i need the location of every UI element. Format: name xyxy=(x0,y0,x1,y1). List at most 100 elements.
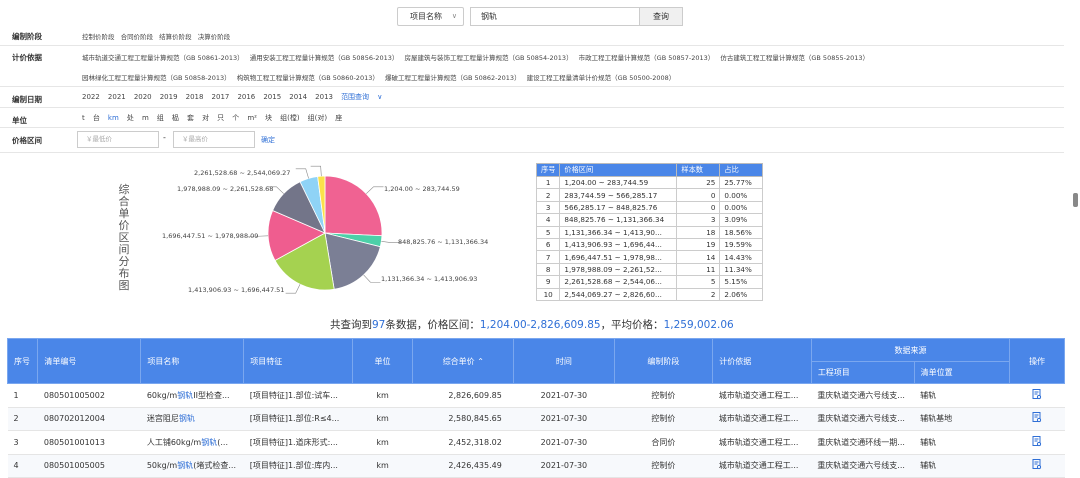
basis-label: 计价依据 xyxy=(12,53,42,62)
basis-option[interactable]: 仿古建筑工程工程量计算规范（GB 50855-2013） xyxy=(720,54,869,62)
year-option[interactable]: 2017 xyxy=(212,93,230,101)
range-query-label: 范围查询 xyxy=(341,93,370,101)
unit-option[interactable]: 套 xyxy=(187,114,194,122)
unit-option[interactable]: 组(樘) xyxy=(280,114,299,122)
divider xyxy=(0,107,1064,108)
basis-option[interactable]: 城市轨道交通工程工程量计算规范（GB 50861-2013） xyxy=(82,54,244,62)
result-count: 97 xyxy=(372,319,386,331)
dist-cell: 2 xyxy=(535,188,561,202)
cell-code: 080501005002 xyxy=(37,383,141,408)
min-price-input[interactable]: ￥最低价 xyxy=(77,131,159,148)
pie-slice[interactable] xyxy=(324,175,383,237)
view-detail-icon[interactable] xyxy=(1032,412,1042,423)
unit-option[interactable]: 组(对) xyxy=(308,114,327,122)
year-option[interactable]: 2019 xyxy=(160,93,178,101)
dist-cell: 566,285.17 ~ 848,825.76 xyxy=(559,200,678,215)
stage-option[interactable]: 决算价阶段 xyxy=(198,33,231,41)
summary-avg-label: ，平均价格： xyxy=(600,319,664,331)
pie-leader-line xyxy=(310,165,322,177)
cell-stage: 控制价 xyxy=(614,407,713,431)
col-header: 单位 xyxy=(351,338,414,384)
sort-price-header[interactable]: 综合单价 ⌃ xyxy=(412,338,515,384)
dist-cell: 8 xyxy=(535,262,561,277)
range-query-link[interactable]: 范围查询 ∨ xyxy=(341,93,388,101)
search-input[interactable]: 钢轨 xyxy=(470,7,640,26)
unit-option[interactable]: m xyxy=(142,114,149,122)
view-detail-icon[interactable] xyxy=(1032,388,1042,400)
search-button[interactable]: 查询 xyxy=(639,7,683,26)
scrollbar-thumb[interactable] xyxy=(1073,193,1078,207)
dist-cell: 18.56% xyxy=(719,225,764,239)
basis-option[interactable]: 爆破工程工程量计算规范（GB 50862-2013） xyxy=(385,74,521,82)
dist-row: 2 283,744.59 ~ 566,285.17 0 0.00% xyxy=(535,188,764,202)
dist-cell: 1,413,906.93 ~ 1,696,44... xyxy=(559,237,678,252)
col-header: 计价依据 xyxy=(712,338,812,384)
dist-cell: 848,825.76 ~ 1,131,366.34 xyxy=(559,213,678,227)
max-price-input[interactable]: ￥最高价 xyxy=(173,131,255,148)
table-row: 4 080501005005 50kg/m钢轨(堵式检查... [项目特征]1.部位:… xyxy=(7,454,1065,478)
year-option[interactable]: 2016 xyxy=(237,93,255,101)
cell-location: 辅轨 xyxy=(914,454,1010,478)
cell-unit: km xyxy=(352,454,413,478)
cell-unit: km xyxy=(352,430,413,455)
unit-option[interactable]: t xyxy=(82,114,85,122)
unit-label: 单位 xyxy=(12,116,27,125)
table-row: 2 080702012004 迷宫阻尼钢轨 [项目特征]1.部位:R≤4... km 2,… xyxy=(7,407,1065,431)
cell-no: 3 xyxy=(7,430,38,455)
price-confirm-link[interactable]: 确定 xyxy=(261,135,275,145)
basis-option[interactable]: 通用安装工程工程量计算规范（GB 50856-2013） xyxy=(250,54,399,62)
year-option[interactable]: 2021 xyxy=(108,93,126,101)
dist-cell: 2 xyxy=(676,287,721,301)
view-detail-icon[interactable] xyxy=(1032,435,1042,447)
dist-row: 10 2,544,069.27 ~ 2,826,60... 2 2.06% xyxy=(535,287,764,301)
unit-option[interactable]: 个 xyxy=(232,114,239,122)
unit-option[interactable]: 组 xyxy=(157,114,164,122)
basis-option[interactable]: 市政工程工程量计算规范（GB 50857-2013） xyxy=(579,54,715,62)
unit-option[interactable]: 台 xyxy=(93,114,100,122)
year-option[interactable]: 2013 xyxy=(315,93,333,101)
col-header: 清单编号 xyxy=(37,338,142,384)
sort-up-icon[interactable]: ⌃ xyxy=(477,357,484,366)
unit-option[interactable]: m² xyxy=(247,114,257,122)
stage-option[interactable]: 合同价阶段 xyxy=(121,33,154,41)
stage-option[interactable]: 结算价阶段 xyxy=(159,33,192,41)
basis-option[interactable]: 园林绿化工程工程量计算规范（GB 50858-2013） xyxy=(82,74,231,82)
unit-option[interactable]: 榀 xyxy=(172,114,179,122)
cell-unit: km xyxy=(352,407,413,431)
table-row: 1 080501005002 60kg/m钢轨II型检查... [项目特征]1.部位:… xyxy=(7,383,1065,408)
unit-option[interactable]: 对 xyxy=(202,114,209,122)
dist-cell: 283,744.59 ~ 566,285.17 xyxy=(559,188,678,202)
cell-location: 辅轨 xyxy=(914,383,1010,408)
basis-option[interactable]: 构筑物工程工程量计算规范（GB 50860-2013） xyxy=(237,74,379,82)
unit-option[interactable]: 只 xyxy=(217,114,224,122)
col-header: 时间 xyxy=(513,338,615,384)
cell-no: 1 xyxy=(7,383,38,408)
dist-row: 9 2,261,528.68 ~ 2,544,06... 5 5.15% xyxy=(535,275,764,289)
basis-option[interactable]: 房屋建筑与装饰工程工程量计算规范（GB 50854-2013） xyxy=(404,54,572,62)
dist-cell: 6 xyxy=(535,237,561,252)
chevron-down-icon: ∨ xyxy=(377,93,383,101)
unit-option[interactable]: km xyxy=(108,114,119,122)
stage-option[interactable]: 控制价阶段 xyxy=(82,33,115,41)
year-option[interactable]: 2015 xyxy=(263,93,281,101)
unit-option[interactable]: 处 xyxy=(127,114,134,122)
year-option[interactable]: 2022 xyxy=(82,93,100,101)
name-text: II型检查... xyxy=(193,390,230,400)
divider xyxy=(0,86,1064,87)
year-option[interactable]: 2020 xyxy=(134,93,152,101)
col-header: 编制阶段 xyxy=(613,338,714,384)
year-option[interactable]: 2014 xyxy=(289,93,307,101)
dist-row: 4 848,825.76 ~ 1,131,366.34 3 3.09% xyxy=(535,213,764,227)
dist-cell: 1,696,447.51 ~ 1,978,98... xyxy=(559,250,678,264)
unit-option[interactable]: 座 xyxy=(335,114,342,122)
view-detail-icon[interactable] xyxy=(1032,459,1042,470)
name-text: 60kg/m xyxy=(146,390,178,400)
basis-option[interactable]: 建设工程工程量清单计价规范（GB 50500-2008） xyxy=(527,74,676,82)
pie-label: 2,261,528.68 ~ 2,544,069.27 xyxy=(194,169,291,177)
cell-feature: [项目特征]1.部位:R≤4... xyxy=(243,407,353,431)
dist-cell: 3 xyxy=(676,213,721,227)
unit-option[interactable]: 块 xyxy=(265,114,272,122)
year-option[interactable]: 2018 xyxy=(186,93,204,101)
search-field-select[interactable]: 项目名称 ∨ xyxy=(397,7,464,26)
col-header: 序号 xyxy=(535,163,561,177)
